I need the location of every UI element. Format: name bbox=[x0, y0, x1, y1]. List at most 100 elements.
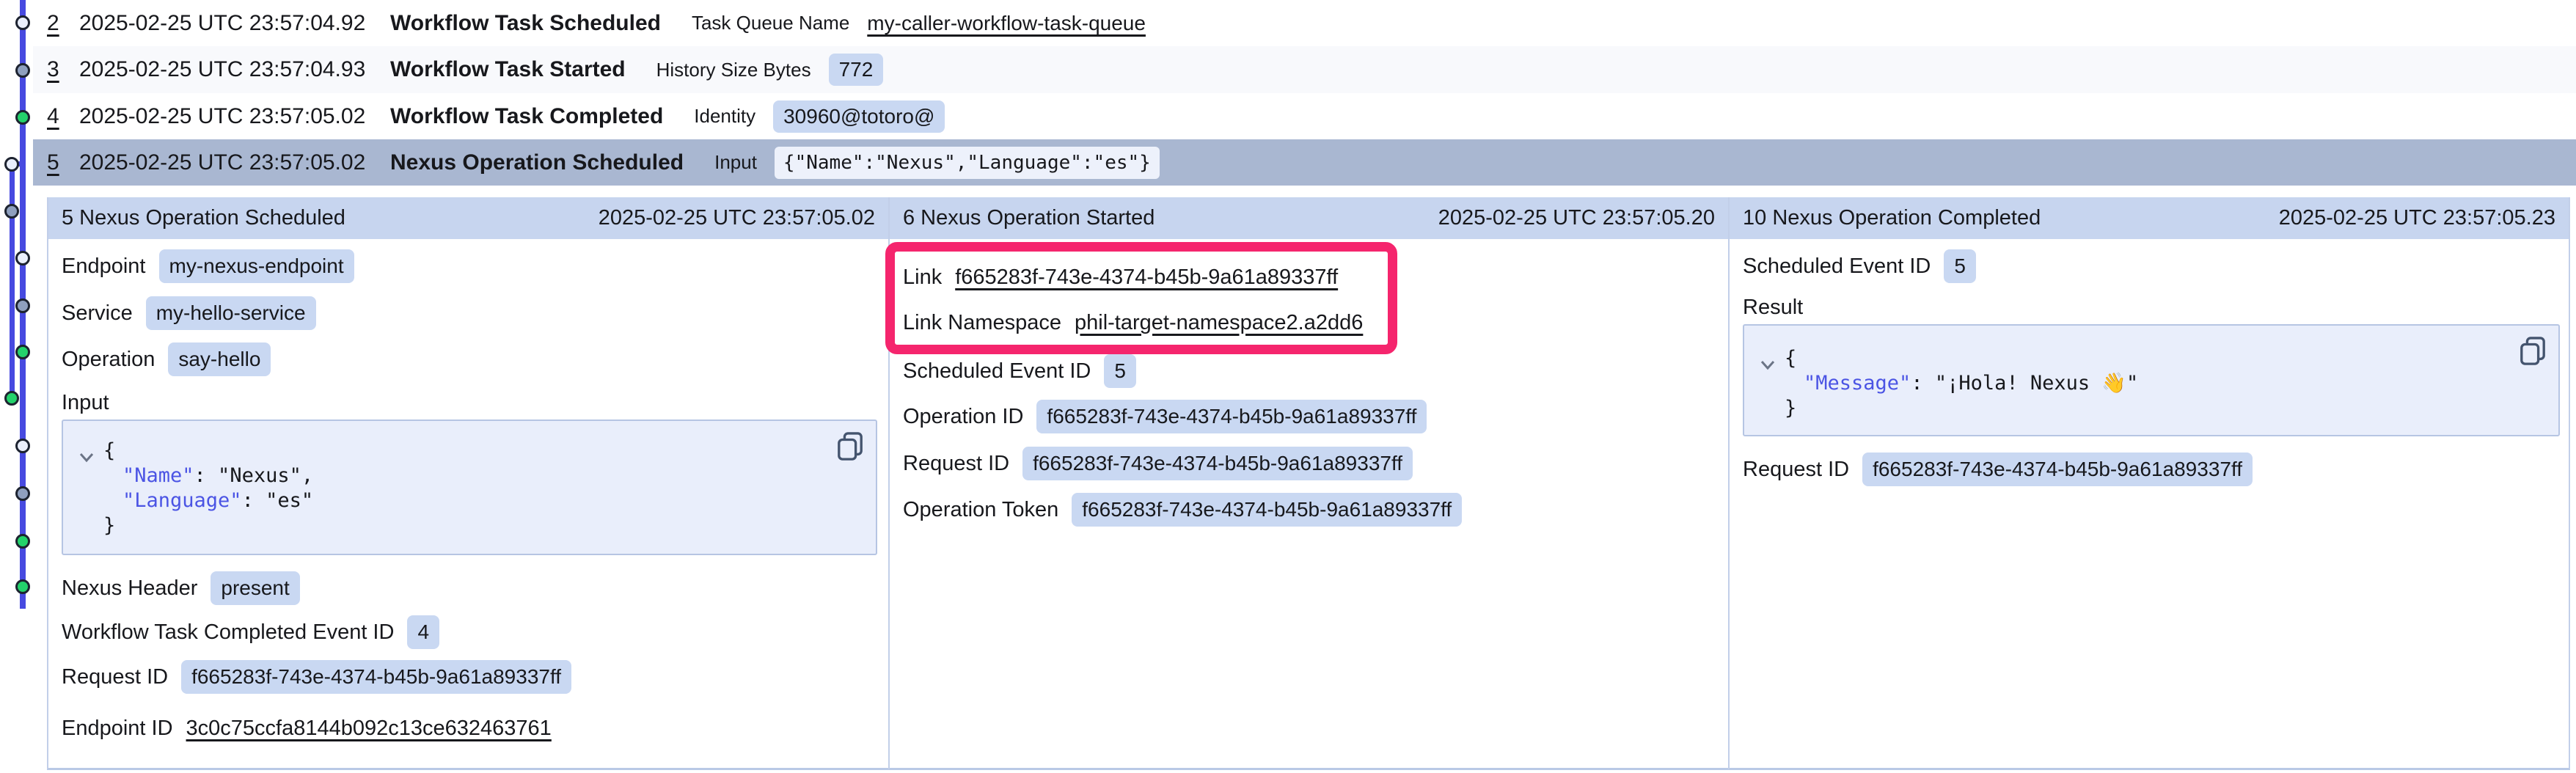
field-wtc-event-id: Workflow Task Completed Event ID 4 bbox=[62, 609, 877, 655]
wtc-event-id-badge: 4 bbox=[407, 615, 439, 649]
result-code-block: { "Message": "¡Hola! Nexus 👋" } bbox=[1743, 324, 2560, 436]
panel-nexus-operation-scheduled: 5 Nexus Operation Scheduled 2025-02-25 U… bbox=[47, 197, 888, 770]
field-label: Request ID bbox=[62, 665, 168, 689]
event-id-link[interactable]: 4 bbox=[47, 104, 79, 129]
timeline-dot-completed bbox=[15, 345, 30, 359]
event-timeline-rail bbox=[0, 0, 33, 773]
field-label: Scheduled Event ID bbox=[1743, 254, 1931, 279]
timeline-dot-scheduled bbox=[15, 439, 30, 453]
event-timestamp: 2025-02-25 UTC 23:57:04.92 bbox=[79, 11, 390, 36]
task-queue-link[interactable]: my-caller-workflow-task-queue bbox=[867, 12, 1146, 35]
code-line: } bbox=[63, 513, 876, 538]
input-json-badge: {"Name":"Nexus","Language":"es"} bbox=[775, 147, 1160, 179]
timeline-dot-started bbox=[15, 486, 30, 501]
input-label: Input bbox=[62, 386, 877, 419]
panel-nexus-operation-started: 6 Nexus Operation Started 2025-02-25 UTC… bbox=[888, 197, 1728, 770]
request-id-badge: f665283f-743e-4374-b45b-9a61a89337ff bbox=[1022, 447, 1413, 480]
field-label: Workflow Task Completed Event ID bbox=[62, 620, 394, 645]
timeline-dot-completed bbox=[15, 110, 30, 125]
panel-timestamp: 2025-02-25 UTC 23:57:05.20 bbox=[1438, 206, 1715, 230]
field-label: Request ID bbox=[903, 452, 1009, 476]
timeline-dot-started bbox=[15, 63, 30, 78]
panel-timestamp: 2025-02-25 UTC 23:57:05.02 bbox=[599, 206, 875, 230]
field-label: Result bbox=[1743, 296, 1803, 320]
copy-icon[interactable] bbox=[836, 431, 864, 462]
field-label: Endpoint bbox=[62, 254, 146, 279]
event-timestamp: 2025-02-25 UTC 23:57:05.02 bbox=[79, 104, 390, 129]
collapse-chevron-icon[interactable] bbox=[1759, 359, 1777, 371]
event-id-link[interactable]: 3 bbox=[47, 57, 79, 82]
event-field-label: Input bbox=[714, 151, 757, 174]
field-request-id: Request ID f665283f-743e-4374-b45b-9a61a… bbox=[1743, 447, 2557, 492]
code-line: { bbox=[63, 439, 876, 464]
field-label: Operation Token bbox=[903, 498, 1058, 522]
event-field-label: Identity bbox=[694, 105, 755, 128]
scheduled-event-id-badge: 5 bbox=[1104, 354, 1136, 388]
event-timestamp: 2025-02-25 UTC 23:57:04.93 bbox=[79, 57, 390, 82]
event-id-link[interactable]: 2 bbox=[47, 11, 79, 36]
field-service: Service my-hello-service bbox=[62, 290, 877, 336]
result-label: Result bbox=[1743, 291, 2557, 323]
field-operation: Operation say-hello bbox=[62, 337, 877, 382]
field-label: Operation ID bbox=[903, 405, 1023, 429]
panel-header: 10 Nexus Operation Completed 2025-02-25 … bbox=[1730, 197, 2569, 239]
timeline-dot-scheduled bbox=[15, 15, 30, 30]
event-row-workflow-task-scheduled[interactable]: 2 2025-02-25 UTC 23:57:04.92 Workflow Ta… bbox=[33, 0, 2576, 46]
operation-id-badge: f665283f-743e-4374-b45b-9a61a89337ff bbox=[1036, 400, 1427, 433]
event-name: Workflow Task Completed bbox=[390, 104, 663, 129]
timeline-dot-completed bbox=[4, 391, 19, 406]
event-row-workflow-task-started[interactable]: 3 2025-02-25 UTC 23:57:04.93 Workflow Ta… bbox=[33, 46, 2576, 93]
operation-badge: say-hello bbox=[168, 342, 271, 376]
link-namespace-link[interactable]: phil-target-namespace2.a2dd6 bbox=[1075, 311, 1363, 335]
timeline-dot-started bbox=[4, 204, 19, 219]
event-row-workflow-task-completed[interactable]: 4 2025-02-25 UTC 23:57:05.02 Workflow Ta… bbox=[33, 93, 2576, 139]
field-label: Request ID bbox=[1743, 458, 1849, 482]
event-timestamp: 2025-02-25 UTC 23:57:05.02 bbox=[79, 150, 390, 175]
event-id-link[interactable]: 5 bbox=[47, 150, 79, 175]
code-line: { bbox=[1744, 346, 2558, 371]
endpoint-badge: my-nexus-endpoint bbox=[159, 249, 354, 283]
event-field-label: Task Queue Name bbox=[692, 12, 849, 34]
field-request-id: Request ID f665283f-743e-4374-b45b-9a61a… bbox=[62, 654, 877, 700]
panel-title: 10 Nexus Operation Completed bbox=[1743, 206, 2041, 230]
field-label: Operation bbox=[62, 348, 155, 372]
timeline-dot-completed bbox=[15, 534, 30, 549]
panel-timestamp: 2025-02-25 UTC 23:57:05.23 bbox=[2279, 206, 2555, 230]
code-line: "Message": "¡Hola! Nexus 👋" bbox=[1744, 371, 2558, 396]
field-operation-id: Operation ID f665283f-743e-4374-b45b-9a6… bbox=[903, 394, 1716, 439]
endpoint-id-link[interactable]: 3c0c75ccfa8144b092c13ce632463761 bbox=[186, 717, 552, 741]
field-nexus-header: Nexus Header present bbox=[62, 565, 877, 611]
event-name: Workflow Task Scheduled bbox=[390, 11, 661, 36]
timeline-branch-line bbox=[10, 164, 15, 398]
copy-icon[interactable] bbox=[2519, 336, 2547, 367]
timeline-dot-scheduled bbox=[15, 251, 30, 265]
code-line: "Language": "es" bbox=[63, 488, 876, 513]
timeline-dot-completed bbox=[15, 579, 30, 594]
field-operation-token: Operation Token f665283f-743e-4374-b45b-… bbox=[903, 487, 1716, 532]
collapse-chevron-icon[interactable] bbox=[78, 452, 95, 464]
request-id-badge: f665283f-743e-4374-b45b-9a61a89337ff bbox=[1862, 453, 2253, 486]
field-label: Link Namespace bbox=[903, 311, 1061, 335]
field-endpoint: Endpoint my-nexus-endpoint bbox=[62, 243, 877, 289]
request-id-badge: f665283f-743e-4374-b45b-9a61a89337ff bbox=[181, 660, 571, 694]
panel-header: 6 Nexus Operation Started 2025-02-25 UTC… bbox=[890, 197, 1728, 239]
code-line: "Name": "Nexus", bbox=[63, 464, 876, 488]
nexus-header-badge: present bbox=[211, 571, 299, 605]
field-scheduled-event-id: Scheduled Event ID 5 bbox=[1743, 243, 2557, 289]
scheduled-event-id-badge: 5 bbox=[1944, 249, 1976, 283]
field-label: Nexus Header bbox=[62, 576, 197, 601]
field-label: Input bbox=[62, 391, 109, 415]
field-label: Service bbox=[62, 301, 133, 326]
timeline-dot-scheduled bbox=[4, 157, 19, 172]
history-size-badge: 772 bbox=[829, 54, 884, 86]
field-link-namespace: Link Namespace phil-target-namespace2.a2… bbox=[903, 300, 1716, 345]
event-row-nexus-operation-scheduled-selected[interactable]: 5 2025-02-25 UTC 23:57:05.02 Nexus Opera… bbox=[33, 139, 2576, 186]
panel-title: 6 Nexus Operation Started bbox=[903, 206, 1155, 230]
link-value-link[interactable]: f665283f-743e-4374-b45b-9a61a89337ff bbox=[955, 265, 1338, 290]
event-name: Nexus Operation Scheduled bbox=[390, 150, 684, 175]
timeline-dot-started bbox=[15, 298, 30, 313]
event-field-label: History Size Bytes bbox=[656, 59, 811, 81]
field-label: Scheduled Event ID bbox=[903, 359, 1091, 384]
field-label: Link bbox=[903, 265, 942, 290]
panel-header: 5 Nexus Operation Scheduled 2025-02-25 U… bbox=[48, 197, 888, 239]
